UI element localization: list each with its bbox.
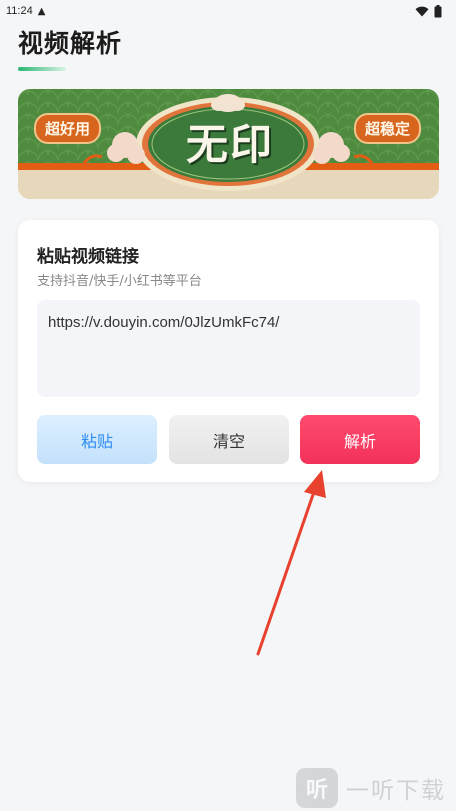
status-icons: [415, 4, 442, 18]
status-bar: 11:24 ▲: [0, 0, 456, 22]
clear-button[interactable]: 清空: [169, 415, 289, 464]
android-debug-icon: ▲: [37, 5, 46, 17]
wifi-icon: [415, 6, 429, 16]
watermark-text: 一听下载: [346, 778, 446, 804]
watermark-logo: 听: [296, 768, 338, 808]
card-title: 粘贴视频链接: [37, 247, 139, 267]
link-input-card: 粘贴视频链接 支持抖音/快手/小红书等平台 https://v.douyin.c…: [18, 220, 439, 482]
banner-badge-right: 超稳定: [353, 113, 421, 144]
watermark: 听 一听下载: [296, 768, 446, 808]
page-title: 视频解析: [18, 29, 123, 58]
parse-button[interactable]: 解析: [300, 415, 420, 464]
title-underline: [18, 67, 66, 71]
card-subtitle: 支持抖音/快手/小红书等平台: [37, 274, 202, 289]
annotation-arrow: [256, 470, 326, 656]
banner-badge-left: 超好用: [34, 113, 102, 144]
status-time: 11:24: [6, 5, 33, 17]
battery-icon: [434, 4, 442, 17]
paste-button[interactable]: 粘贴: [37, 415, 157, 464]
video-link-input[interactable]: https://v.douyin.com/0JlzUmkFc74/: [37, 300, 420, 397]
promo-banner[interactable]: 超好用 无印 超稳定: [18, 89, 439, 199]
banner-main-text: 无印: [185, 120, 274, 169]
